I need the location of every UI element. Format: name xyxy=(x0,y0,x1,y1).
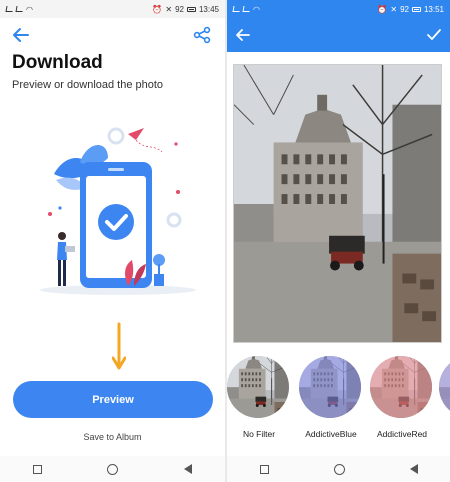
nav-back-icon[interactable] xyxy=(409,464,418,474)
nav-square-icon[interactable] xyxy=(32,464,42,474)
share-icon[interactable] xyxy=(193,26,211,44)
filter-thumbnail xyxy=(370,356,432,418)
download-screen: ◠ ⏰ ✕ 92 13:45 Download Preview or downl… xyxy=(0,0,225,482)
filter-label: No Filter xyxy=(242,429,276,439)
signal-icon xyxy=(232,6,241,12)
save-to-album-link[interactable]: Save to Album xyxy=(0,432,225,442)
phone-illustration xyxy=(40,127,196,295)
filter-option[interactable]: No Filter xyxy=(227,356,291,439)
page-subtitle: Preview or download the photo xyxy=(12,79,164,91)
battery-level: 92 xyxy=(400,4,409,14)
nav-home-icon[interactable] xyxy=(107,463,119,475)
back-arrow-icon[interactable] xyxy=(12,26,30,44)
nav-back-icon[interactable] xyxy=(184,464,193,474)
clock: 13:45 xyxy=(198,4,219,14)
filter-option[interactable]: AddictiveBlue xyxy=(299,356,363,439)
status-bar: ◠ ⏰ ✕ 92 13:45 xyxy=(0,0,225,18)
nav-square-icon[interactable] xyxy=(259,464,269,474)
battery-level: 92 xyxy=(175,4,184,14)
filter-label: AddictiveRed xyxy=(376,429,428,439)
alarm-icon: ⏰ xyxy=(152,4,163,14)
alarm-icon: ⏰ xyxy=(377,4,388,14)
signal-icon xyxy=(242,6,251,12)
signal-icon xyxy=(15,6,24,12)
preview-button-label: Preview xyxy=(92,393,134,406)
mute-icon: ✕ xyxy=(165,4,173,14)
filter-label: AddictiveBlue xyxy=(305,429,357,439)
filter-option[interactable]: AddictiveRed xyxy=(370,356,434,439)
filter-option[interactable] xyxy=(439,356,450,429)
filter-thumbnail xyxy=(439,356,450,418)
battery-icon xyxy=(411,6,421,12)
nav-bar xyxy=(0,456,225,482)
nav-bar xyxy=(227,456,450,482)
filter-list: No Filter AddictiveBlue AddictiveRed xyxy=(227,356,450,439)
filter-thumbnail xyxy=(299,356,361,418)
page-title: Download xyxy=(12,52,103,73)
signal-icon xyxy=(5,6,14,12)
back-arrow-icon[interactable] xyxy=(235,27,251,43)
clock: 13:51 xyxy=(423,4,444,14)
wifi-icon: ◠ xyxy=(26,4,33,14)
toolbar xyxy=(227,18,450,52)
down-arrow-icon xyxy=(112,322,126,370)
mute-icon: ✕ xyxy=(390,4,398,14)
preview-button[interactable]: Preview xyxy=(13,381,213,418)
check-icon[interactable] xyxy=(426,27,442,43)
battery-icon xyxy=(186,6,196,12)
status-bar: ◠ ⏰ ✕ 92 13:51 xyxy=(227,0,450,18)
nav-home-icon[interactable] xyxy=(333,463,345,475)
street-photo xyxy=(233,64,442,343)
filter-thumbnail xyxy=(227,356,289,418)
wifi-icon: ◠ xyxy=(253,4,260,14)
filter-screen: ◠ ⏰ ✕ 92 13:51 No Filter AddictiveBlue A… xyxy=(227,0,450,482)
